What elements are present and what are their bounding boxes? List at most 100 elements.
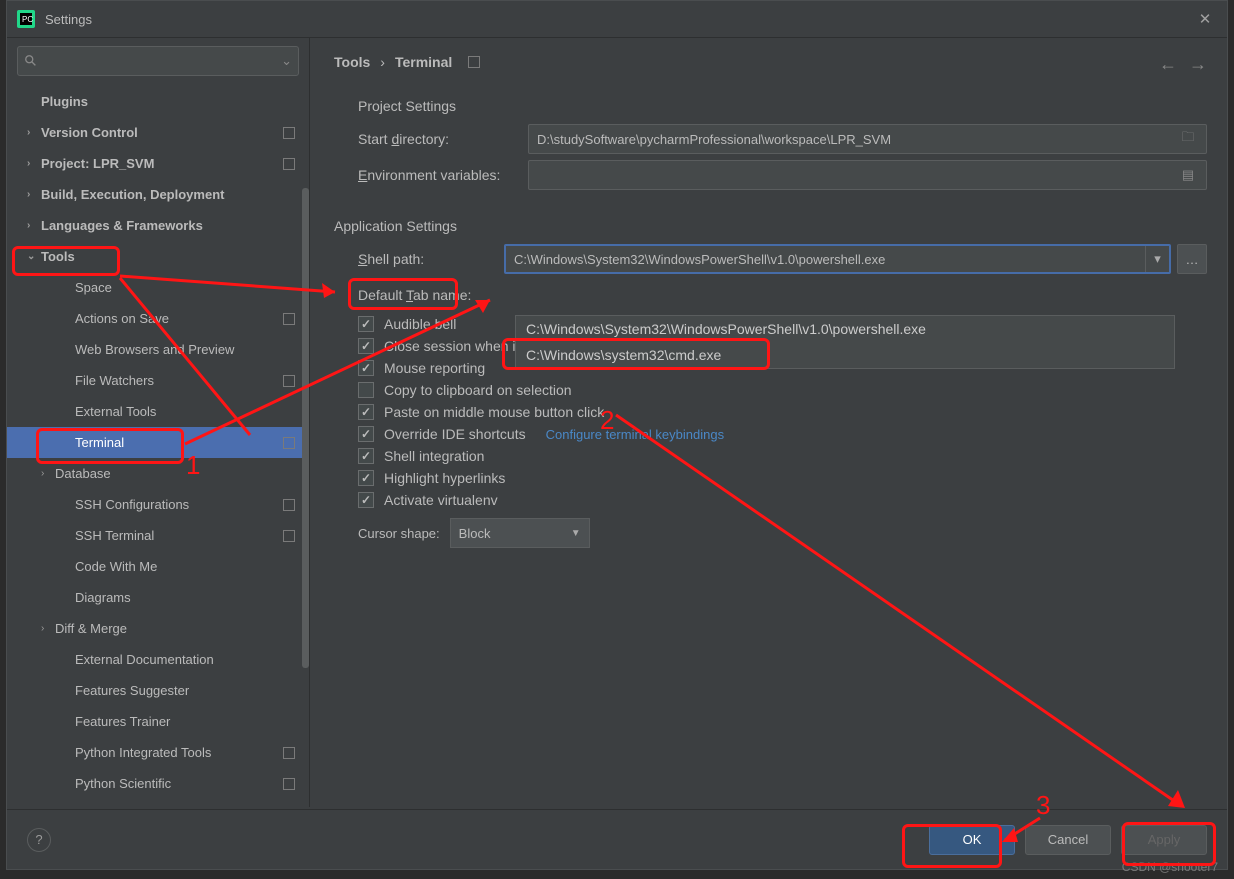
sidebar-item-actions-on-save[interactable]: Actions on Save xyxy=(7,303,309,334)
cursor-shape-label: Cursor shape: xyxy=(358,526,440,541)
sidebar-item-plugins[interactable]: Plugins xyxy=(7,86,309,117)
start-directory-value: D:\studySoftware\pycharmProfessional\wor… xyxy=(537,132,891,147)
sidebar-item-ssh-terminal[interactable]: SSH Terminal xyxy=(7,520,309,551)
shell-integration-checkbox[interactable] xyxy=(358,448,374,464)
sidebar-item-label: Diagrams xyxy=(75,590,131,605)
sidebar-item-label: Languages & Frameworks xyxy=(41,218,203,233)
sidebar-item-file-watchers[interactable]: File Watchers xyxy=(7,365,309,396)
shell-path-label: Shell path: xyxy=(358,251,504,267)
sidebar-item-label: Tools xyxy=(41,249,75,264)
sidebar-item-database[interactable]: ›Database xyxy=(7,458,309,489)
search-input[interactable]: ⌄ xyxy=(17,46,299,76)
configure-keybindings-link[interactable]: Configure terminal keybindings xyxy=(546,427,724,442)
sidebar-item-features-trainer[interactable]: Features Trainer xyxy=(7,706,309,737)
list-icon[interactable]: ▤ xyxy=(1176,167,1200,183)
titlebar: PC Settings ✕ xyxy=(7,1,1227,37)
sidebar-item-code-with-me[interactable]: Code With Me xyxy=(7,551,309,582)
help-button[interactable]: ? xyxy=(27,828,51,852)
shell-option-cmd[interactable]: C:\Windows\system32\cmd.exe xyxy=(516,342,1174,368)
sidebar-item-ssh-configurations[interactable]: SSH Configurations xyxy=(7,489,309,520)
scope-icon xyxy=(283,127,295,139)
sidebar-item-build-execution-deployment[interactable]: ›Build, Execution, Deployment xyxy=(7,179,309,210)
sidebar-item-label: Python Integrated Tools xyxy=(75,745,211,760)
sidebar-item-label: Terminal xyxy=(75,435,124,450)
paste-middle-checkbox[interactable] xyxy=(358,404,374,420)
sidebar-item-label: Space xyxy=(75,280,112,295)
start-directory-input[interactable]: D:\studySoftware\pycharmProfessional\wor… xyxy=(528,124,1207,154)
sidebar-item-space[interactable]: Space xyxy=(7,272,309,303)
section-application-settings: Application Settings xyxy=(334,218,1207,234)
nav-forward-icon[interactable]: → xyxy=(1189,54,1207,75)
shell-path-dropdown: C:\Windows\System32\WindowsPowerShell\v1… xyxy=(515,315,1175,369)
chevron-down-icon: ▼ xyxy=(571,528,581,539)
cursor-shape-value: Block xyxy=(459,526,491,541)
mouse-reporting-checkbox[interactable] xyxy=(358,360,374,376)
scrollbar-thumb[interactable] xyxy=(302,188,309,668)
highlight-hyperlinks-checkbox[interactable] xyxy=(358,470,374,486)
audible-bell-label: Audible bell xyxy=(384,316,456,332)
chevron-icon: ⌄ xyxy=(27,251,41,262)
sidebar-item-label: External Documentation xyxy=(75,652,214,667)
sidebar-item-languages-frameworks[interactable]: ›Languages & Frameworks xyxy=(7,210,309,241)
sidebar-item-label: Web Browsers and Preview xyxy=(75,342,234,357)
dialog-footer: ? OK Cancel Apply xyxy=(7,809,1227,869)
shell-path-combo[interactable]: C:\Windows\System32\WindowsPowerShell\v1… xyxy=(504,244,1171,274)
cancel-button[interactable]: Cancel xyxy=(1025,825,1111,855)
scope-icon xyxy=(283,313,295,325)
sidebar-item-python-integrated-tools[interactable]: Python Integrated Tools xyxy=(7,737,309,768)
apply-button[interactable]: Apply xyxy=(1121,825,1207,855)
content-panel: Tools › Terminal ← → Project Settings St… xyxy=(310,38,1227,807)
audible-bell-checkbox[interactable] xyxy=(358,316,374,332)
copy-clipboard-label: Copy to clipboard on selection xyxy=(384,382,572,398)
settings-tree: Plugins›Version Control›Project: LPR_SVM… xyxy=(7,82,309,807)
mouse-reporting-label: Mouse reporting xyxy=(384,360,485,376)
nav-back-icon[interactable]: ← xyxy=(1159,54,1177,75)
paste-middle-label: Paste on middle mouse button click xyxy=(384,404,604,420)
sidebar-item-label: Python Scientific xyxy=(75,776,171,791)
sidebar-item-web-browsers-and-preview[interactable]: Web Browsers and Preview xyxy=(7,334,309,365)
chevron-icon: › xyxy=(27,220,41,231)
sidebar-item-label: Build, Execution, Deployment xyxy=(41,187,224,202)
sidebar-item-label: Project: LPR_SVM xyxy=(41,156,154,171)
close-icon[interactable]: ✕ xyxy=(1193,10,1217,28)
cursor-shape-select[interactable]: Block ▼ xyxy=(450,518,590,548)
default-tab-name-label: Default Tab name: xyxy=(358,287,504,303)
folder-icon[interactable]: 🗀 xyxy=(1176,128,1200,150)
breadcrumb-current: Terminal xyxy=(395,54,452,70)
sidebar-item-label: Diff & Merge xyxy=(55,621,127,636)
copy-clipboard-checkbox[interactable] xyxy=(358,382,374,398)
sidebar-item-external-documentation[interactable]: External Documentation xyxy=(7,644,309,675)
shell-option-powershell[interactable]: C:\Windows\System32\WindowsPowerShell\v1… xyxy=(516,316,1174,342)
sidebar-item-external-tools[interactable]: External Tools xyxy=(7,396,309,427)
search-dropdown-icon[interactable]: ⌄ xyxy=(281,53,292,69)
sidebar-item-diff-merge[interactable]: ›Diff & Merge xyxy=(7,613,309,644)
sidebar-item-terminal[interactable]: Terminal xyxy=(7,427,309,458)
chevron-right-icon: › xyxy=(380,54,385,70)
scope-icon xyxy=(283,747,295,759)
ok-button[interactable]: OK xyxy=(929,825,1015,855)
sidebar-item-label: Plugins xyxy=(41,94,88,109)
svg-text:PC: PC xyxy=(22,15,33,24)
breadcrumb-parent[interactable]: Tools xyxy=(334,54,370,70)
sidebar-item-tools[interactable]: ⌄Tools xyxy=(7,241,309,272)
chevron-icon: › xyxy=(27,127,41,138)
override-shortcuts-checkbox[interactable] xyxy=(358,426,374,442)
breadcrumb: Tools › Terminal xyxy=(334,54,1207,70)
sidebar-item-project-lpr-svm[interactable]: ›Project: LPR_SVM xyxy=(7,148,309,179)
sidebar-item-label: External Tools xyxy=(75,404,156,419)
sidebar-item-features-suggester[interactable]: Features Suggester xyxy=(7,675,309,706)
browse-button[interactable]: … xyxy=(1177,244,1207,274)
sidebar-item-label: Actions on Save xyxy=(75,311,169,326)
activate-venv-checkbox[interactable] xyxy=(358,492,374,508)
chevron-icon: › xyxy=(27,158,41,169)
chevron-down-icon[interactable]: ▾ xyxy=(1145,246,1169,272)
sidebar-item-label: Features Trainer xyxy=(75,714,170,729)
sidebar-item-python-scientific[interactable]: Python Scientific xyxy=(7,768,309,799)
scope-icon xyxy=(283,499,295,511)
sidebar-item-version-control[interactable]: ›Version Control xyxy=(7,117,309,148)
close-session-checkbox[interactable] xyxy=(358,338,374,354)
start-directory-label: Start directory: xyxy=(358,131,528,147)
env-vars-input[interactable]: ▤ xyxy=(528,160,1207,190)
sidebar-item-label: SSH Configurations xyxy=(75,497,189,512)
sidebar-item-diagrams[interactable]: Diagrams xyxy=(7,582,309,613)
